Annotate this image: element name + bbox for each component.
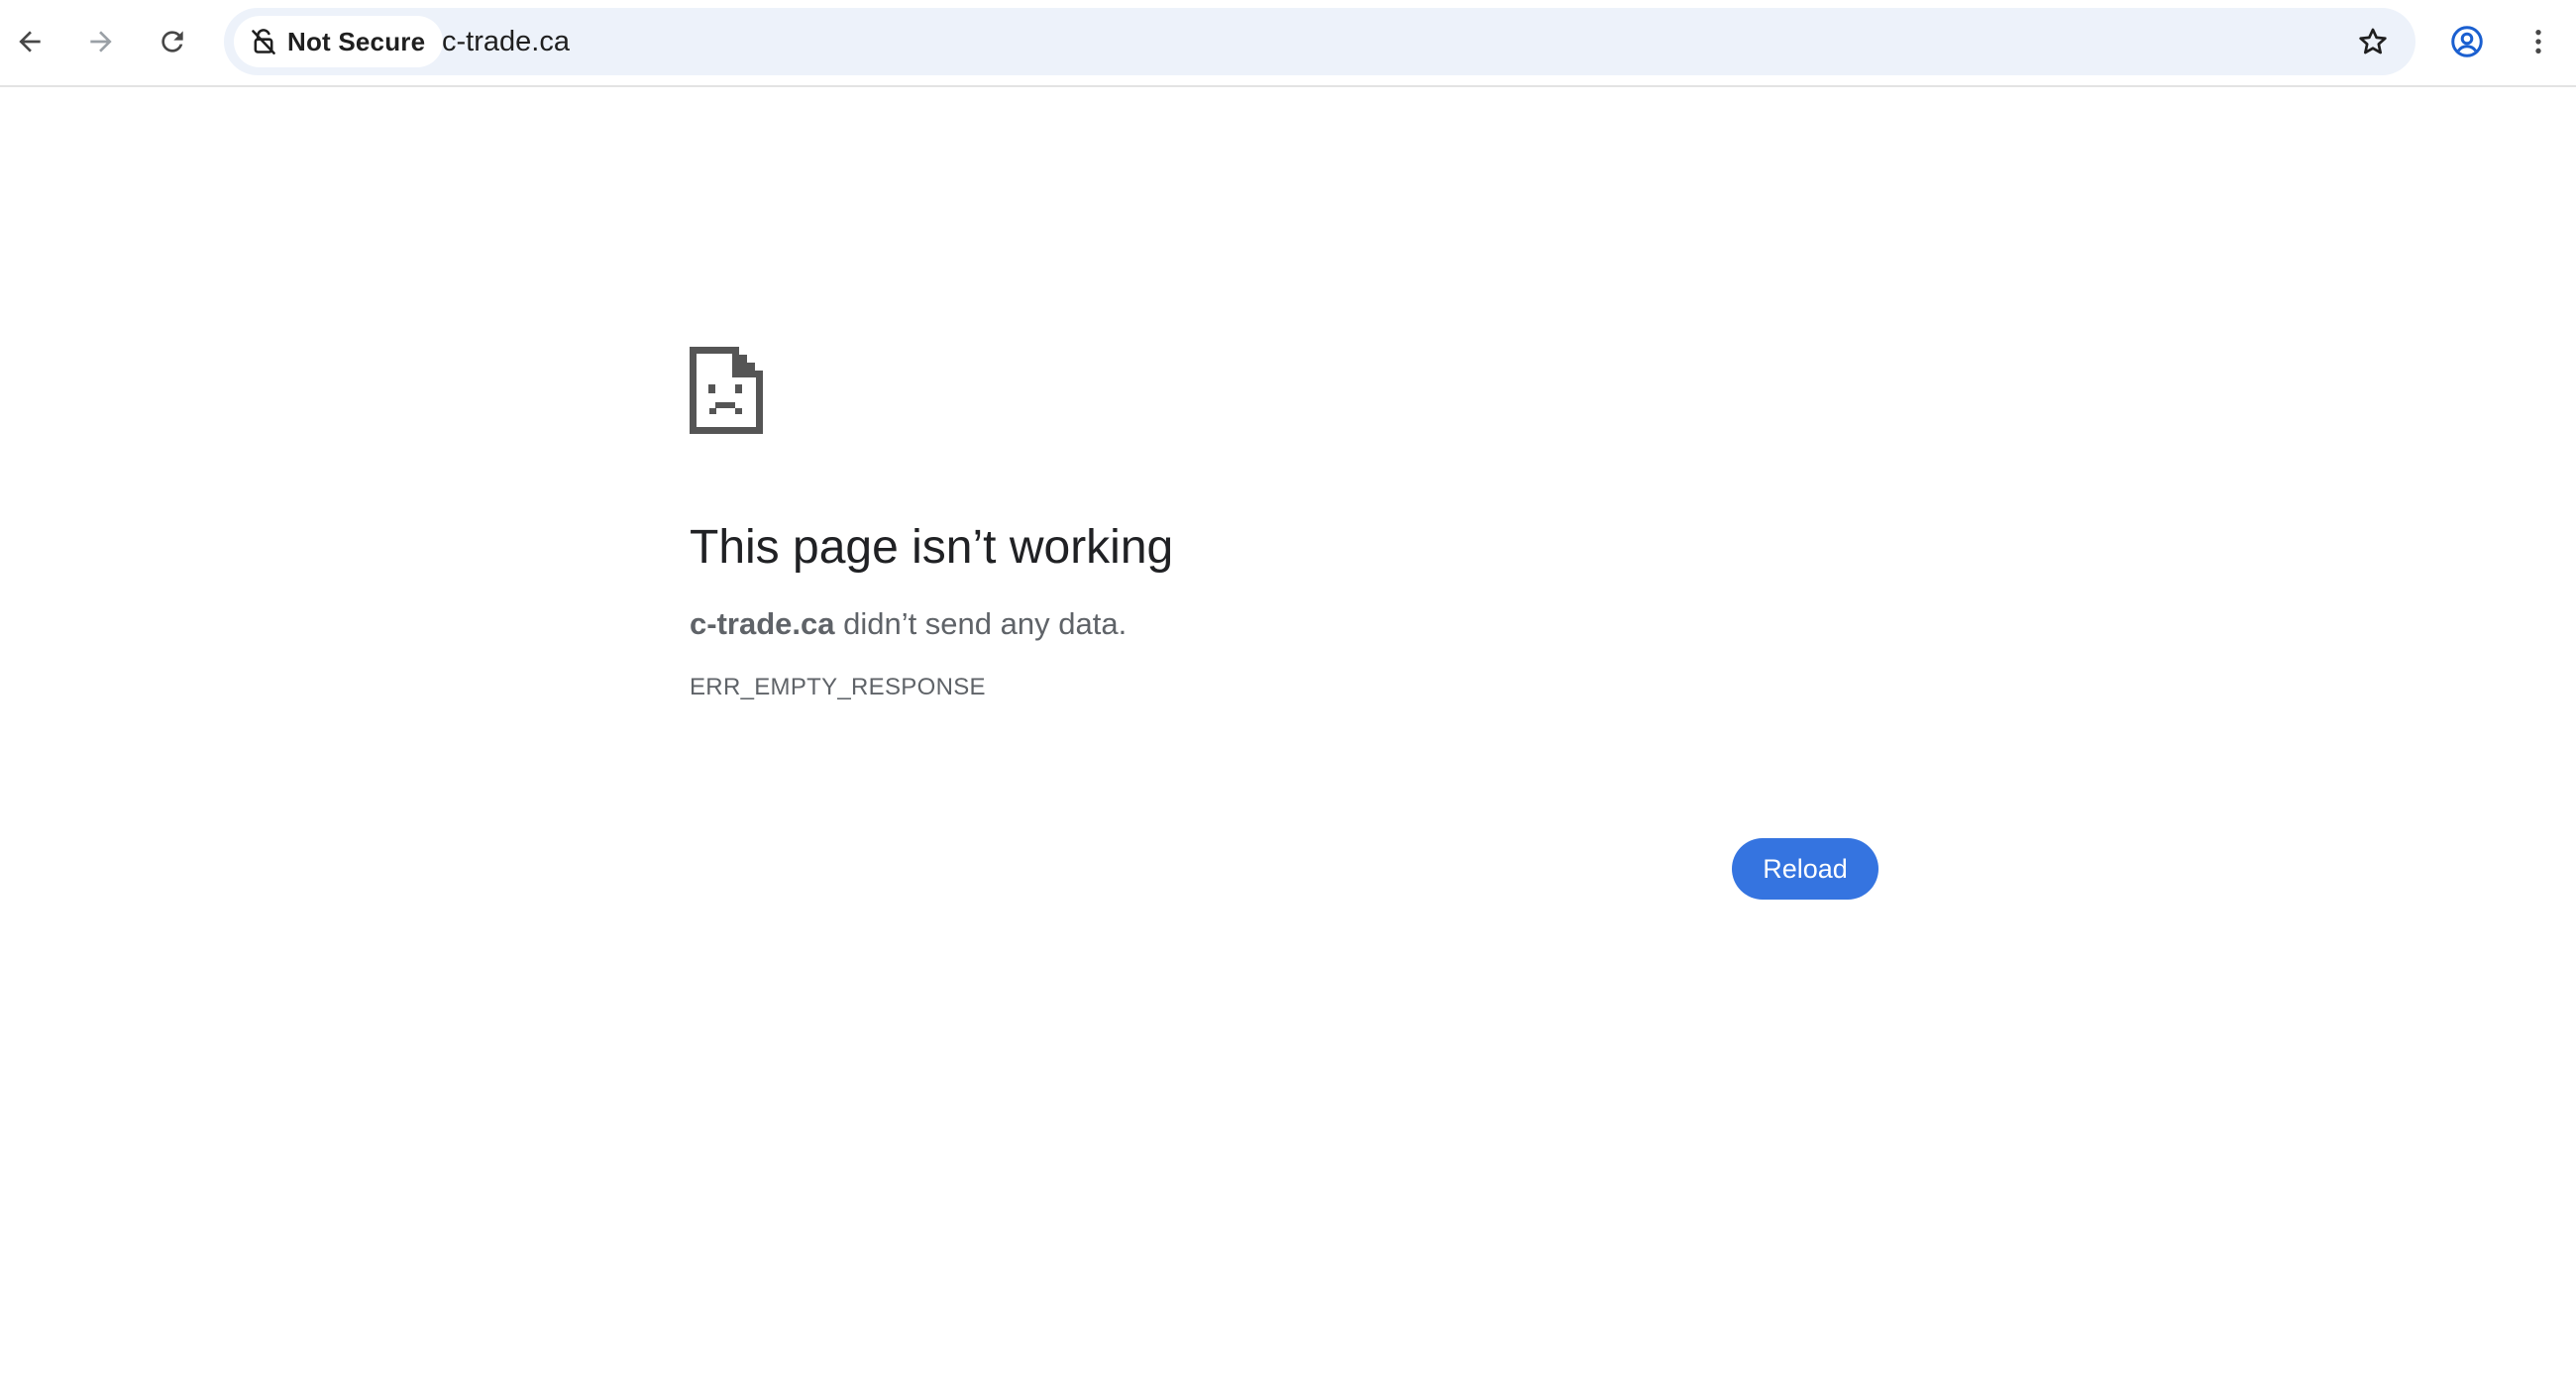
url-text[interactable]: c-trade.ca: [442, 8, 570, 75]
refresh-icon: [161, 31, 183, 53]
broken-lock-icon: [252, 29, 275, 54]
forward-button[interactable]: [71, 14, 131, 69]
error-message: didn’t send any data.: [834, 606, 1127, 641]
security-chip-label: Not Secure: [287, 26, 426, 56]
address-bar[interactable]: Not Secure c-trade.ca: [224, 8, 2415, 75]
bookmark-button[interactable]: [2345, 14, 2401, 69]
reload-button[interactable]: Reload: [1732, 838, 1878, 900]
error-heading: This page isn’t working: [690, 521, 1174, 574]
error-description: c-trade.ca didn’t send any data.: [690, 604, 1878, 644]
error-content: This page isn’t working c-trade.ca didn’…: [690, 347, 1878, 701]
browser-toolbar: Not Secure c-trade.ca: [0, 0, 2576, 87]
kebab-menu-icon: [2535, 30, 2541, 53]
browser-menu-button[interactable]: [2509, 14, 2568, 69]
back-button[interactable]: [0, 14, 59, 69]
sad-page-icon: [690, 347, 763, 434]
arrow-left-icon: [19, 31, 41, 53]
profile-button[interactable]: [2437, 14, 2497, 69]
arrow-right-icon: [90, 31, 112, 53]
security-chip[interactable]: Not Secure: [234, 16, 444, 67]
star-icon: [2359, 28, 2387, 54]
reload-page-button[interactable]: [143, 14, 202, 69]
account-circle-icon: [2451, 26, 2483, 57]
error-host: c-trade.ca: [690, 606, 835, 641]
error-code: ERR_EMPTY_RESPONSE: [690, 674, 986, 700]
